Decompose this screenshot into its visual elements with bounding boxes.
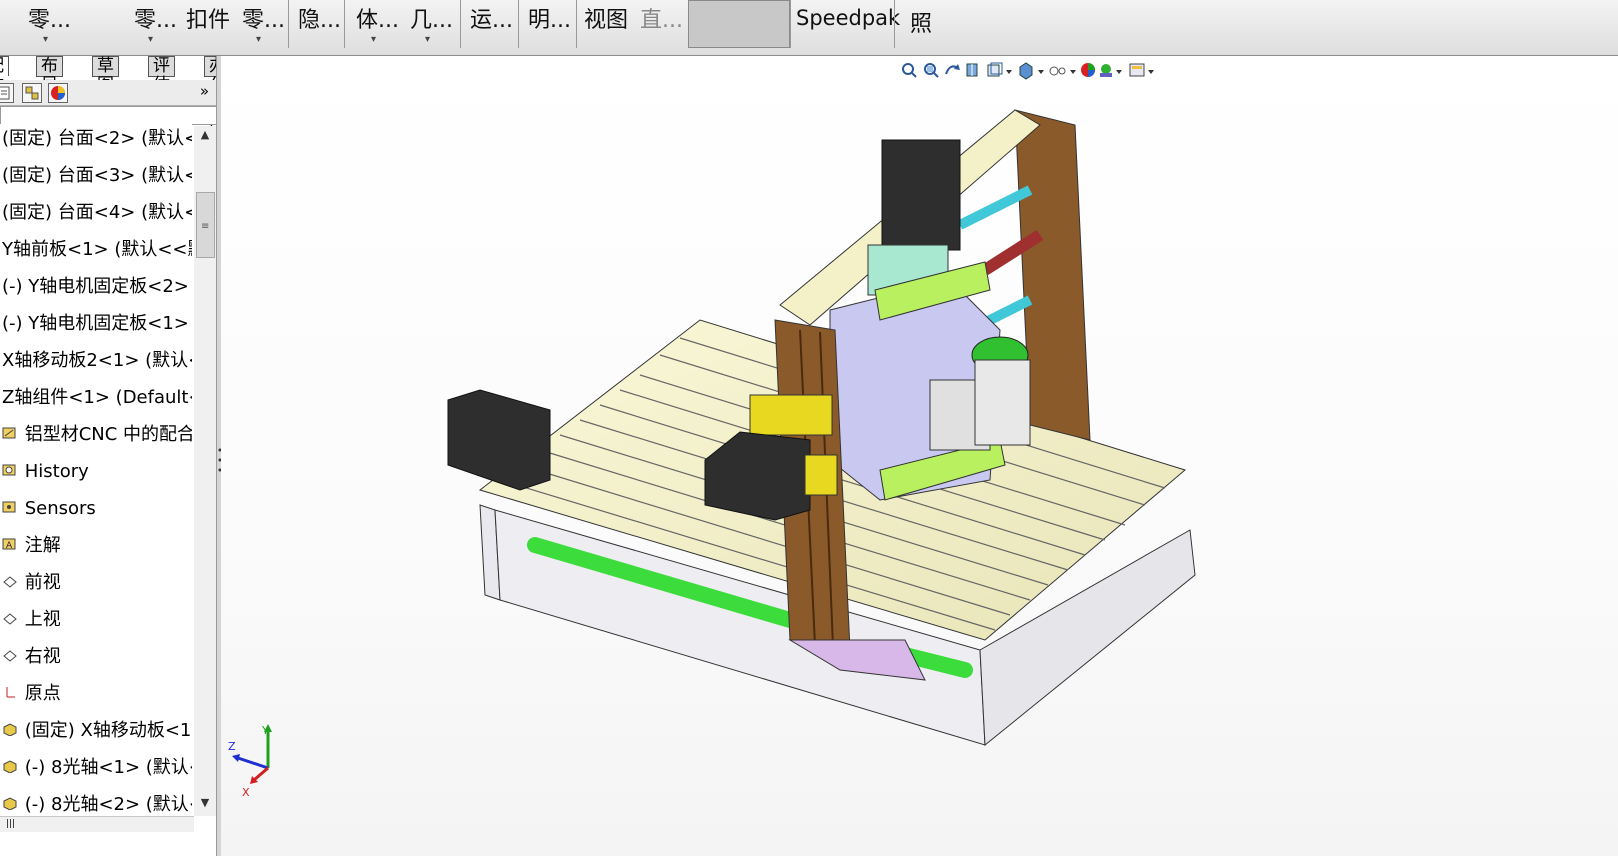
previous-view-icon[interactable] [945,64,960,75]
triad-z-label: Z [228,740,236,753]
triad-x-label: X [242,786,250,799]
tree-item[interactable]: (-) 8光轴<1> (默认< [2,753,192,783]
plane-icon [3,650,17,662]
dropdown-arrow-icon[interactable] [1116,70,1122,74]
plane-icon [3,576,17,588]
dropdown-arrow-icon[interactable]: ▾ [148,34,153,45]
origin-icon [6,687,15,698]
apply-scene-icon[interactable] [1100,64,1112,77]
heads-up-view-toolbar [900,60,1200,80]
tree-item[interactable]: (固定) 台面<3> (默认< [2,161,192,191]
tree-item[interactable]: Y轴前板<1> (默认<<默 [2,235,192,265]
svg-text:A: A [6,541,13,551]
part-icon [3,723,17,736]
dropdown-arrow-icon[interactable]: ▾ [256,34,261,45]
cnc-router-model[interactable] [440,100,1220,780]
triad-y-label: Y [261,724,269,737]
section-view-icon[interactable] [966,63,978,77]
z-axis-arrow-icon [232,754,240,762]
tab-layout[interactable]: 布局 [36,56,63,95]
tree-item[interactable]: (-) Y轴电机固定板<1> ( [2,309,192,339]
dropdown-arrow-icon[interactable] [1070,70,1076,74]
tree-item[interactable]: (固定) 台面<4> (默认< [2,198,192,228]
z-axis-arrow-icon [237,756,269,770]
part-icon [3,797,17,810]
tree-item-top-plane[interactable]: 上视 [2,605,192,635]
ribbon-separator [894,0,895,48]
spindle-body [974,359,1031,446]
tree-item-history[interactable]: History [2,457,192,487]
view-settings-icon[interactable] [1129,63,1145,77]
tree-item-mates[interactable]: 铝型材CNC 中的配合 [2,420,192,450]
tree-filter-input[interactable] [0,106,217,125]
x-axis-bracket [749,394,833,436]
ribbon-separator [288,0,289,48]
tree-item[interactable]: Z轴组件<1> (Default< [2,383,192,413]
configuration-manager-icon[interactable] [22,83,42,103]
tree-item-sensors[interactable]: Sensors [2,494,192,524]
tab-sketch[interactable]: 草图 [92,56,119,95]
edit-appearance-icon[interactable] [1081,63,1095,77]
tree-item-annotations[interactable]: A 注解 [2,531,192,561]
reference-triad: Y Z X [228,724,272,799]
tab-evaluate[interactable]: 评估 [148,56,175,95]
annotation-icon: A [2,538,16,551]
plane-icon [3,613,17,625]
part-icon [3,760,17,773]
tree-item-right-plane[interactable]: 右视 [2,642,192,672]
tree-item[interactable]: X轴移动板2<1> (默认< [2,346,192,376]
ribbon-separator [344,0,345,48]
zoom-to-area-icon[interactable] [924,63,939,78]
history-icon [2,464,16,476]
ribbon-blank-button[interactable] [688,0,790,48]
scroll-down-icon[interactable]: ▼ [194,796,216,814]
tree-item[interactable]: (固定) 台面<2> (默认< [2,124,192,154]
dropdown-arrow-icon[interactable]: ▾ [425,34,430,45]
display-manager-icon[interactable] [48,83,68,103]
mate-icon [2,427,16,439]
tab-assembly[interactable]: 配体 [0,56,9,95]
scroll-up-icon[interactable]: ▲ [194,128,216,146]
display-style-icon[interactable] [1019,62,1033,80]
dropdown-arrow-icon[interactable] [1148,70,1154,74]
ribbon-separator [790,0,791,48]
view-orientation-icon[interactable] [987,62,1003,77]
x-axis-arrow-icon [253,766,269,782]
hide-show-items-icon[interactable] [1049,66,1066,76]
tree-item[interactable]: (-) Y轴电机固定板<2> ( [2,272,192,302]
zoom-to-fit-icon[interactable] [902,63,917,78]
manager-tabs: » [0,80,217,106]
ribbon-separator [460,0,461,48]
scroll-thumb[interactable]: ≡ [196,192,215,258]
feature-manager-tree: (固定) 台面<2> (默认< (固定) 台面<3> (默认< (固定) 台面<… [0,124,192,829]
tree-horizontal-scrollbar[interactable]: ||| [0,816,194,832]
tree-item-front-plane[interactable]: 前视 [2,568,192,598]
y-axis-motor [447,389,551,491]
tree-vertical-scrollbar[interactable]: ▲ ≡ ▼ [194,126,216,816]
dropdown-arrow-icon[interactable]: ▾ [371,34,376,45]
property-manager-icon[interactable] [0,83,14,103]
z-axis-motor [881,139,961,251]
x-axis-bracket [804,454,838,496]
scroll-thumb[interactable]: ||| [6,819,26,829]
ribbon-separator [576,0,577,48]
command-ribbon: 零... ▾ 零... ▾ 扣件 零... ▾ 隐... 体... ▾ 几...… [0,0,1618,56]
ribbon-separator [518,0,519,48]
grip-icon: ≡ [201,221,210,232]
tree-item[interactable]: (固定) X轴移动板<1> [2,716,192,746]
dropdown-arrow-icon[interactable] [1038,70,1044,74]
sensors-icon [2,501,16,513]
more-tabs-icon[interactable]: » [200,82,209,100]
dropdown-arrow-icon[interactable] [1006,70,1012,74]
dropdown-arrow-icon[interactable]: ▾ [43,34,48,45]
tree-item-origin[interactable]: 原点 [2,679,192,709]
